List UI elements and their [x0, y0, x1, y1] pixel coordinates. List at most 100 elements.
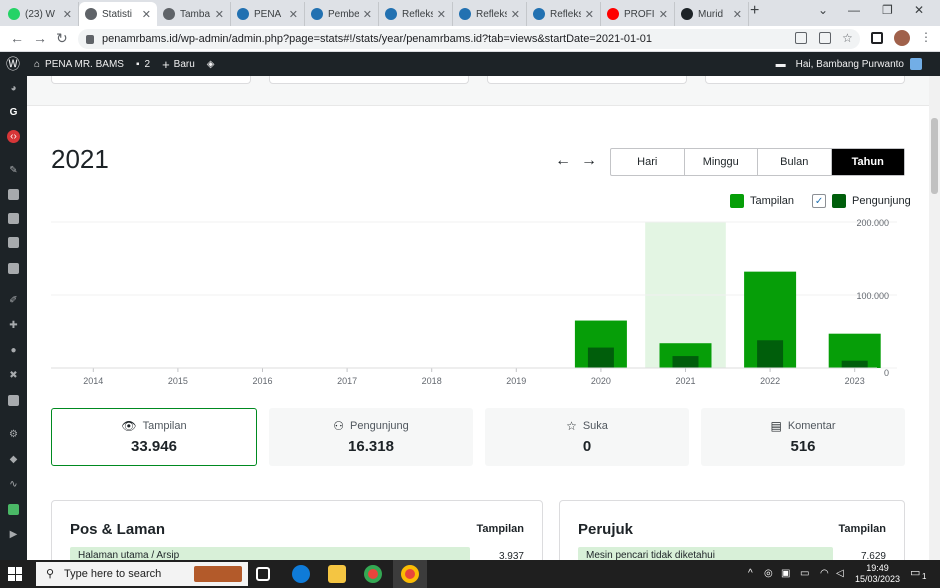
new-tab-button[interactable]: + [750, 2, 759, 20]
sidepanel-icon[interactable] [871, 32, 883, 44]
tray-camera-icon[interactable]: ◎ [764, 568, 773, 579]
tab-close-icon[interactable]: ✕ [585, 8, 594, 21]
edge-icon[interactable] [292, 565, 310, 583]
insights-chart-icon[interactable]: ∿ [7, 478, 20, 491]
back-icon[interactable]: ← [10, 30, 24, 46]
visitors-bar [672, 356, 699, 368]
list-item[interactable]: Halaman utama / Arsip [70, 547, 470, 560]
feedback-icon[interactable] [7, 262, 20, 275]
users-icon[interactable]: ● [7, 344, 20, 357]
maximize-button[interactable]: ❐ [882, 3, 893, 17]
bookmark-star-icon[interactable]: ☆ [842, 31, 853, 45]
windows-start-icon[interactable] [8, 567, 22, 581]
share-icon[interactable] [819, 32, 831, 44]
new-content-link[interactable]: + Baru [162, 57, 195, 72]
plugins-icon[interactable]: ✚ [7, 319, 20, 332]
browser-tab[interactable]: (23) W ✕ [2, 2, 79, 26]
notification-center-icon[interactable]: ▭ [910, 566, 920, 579]
chrome-icon[interactable] [364, 565, 382, 583]
browser-tab[interactable]: Refleks ✕ [379, 2, 453, 26]
tab-label: Statisti [102, 8, 133, 20]
pages-icon[interactable] [7, 212, 20, 225]
scrollbar-thumb[interactable] [931, 118, 938, 194]
comments-icon[interactable] [7, 236, 20, 249]
tab-close-icon[interactable]: ✕ [511, 8, 520, 21]
tab-close-icon[interactable]: ✕ [289, 8, 298, 21]
tray-wifi-icon[interactable]: ◠ [820, 568, 829, 579]
plugin-alert-icon[interactable]: ‹› [7, 130, 20, 143]
list-item[interactable]: Mesin pencari tidak diketahui [578, 547, 833, 560]
card-label: Suka [582, 420, 608, 432]
browser-tab[interactable]: Refleks ✕ [527, 2, 601, 26]
tab-favicon-icon [311, 8, 323, 20]
tab-close-icon[interactable]: ✕ [659, 8, 668, 21]
file-explorer-icon[interactable] [328, 565, 346, 583]
x-tick-label: 2023 [845, 376, 865, 386]
period-month-button[interactable]: Bulan [758, 149, 832, 175]
collapse-play-icon[interactable]: ▶ [7, 528, 20, 541]
site-name-link[interactable]: ⌂ PENA MR. BAMS [34, 59, 124, 70]
task-view-icon[interactable] [256, 567, 270, 581]
tab-close-icon[interactable]: ✕ [733, 8, 742, 21]
taskbar-clock[interactable]: 19:49 15/03/2023 [855, 563, 900, 585]
views-swatch [730, 194, 744, 208]
settings-gear-icon[interactable]: ⚙ [7, 428, 20, 441]
jetpack-icon[interactable]: ◆ [7, 453, 20, 466]
block-editor-icon[interactable] [7, 394, 20, 407]
tab-close-icon[interactable]: ✕ [437, 8, 446, 21]
browser-tab[interactable]: PROFI ✕ [601, 2, 675, 26]
browser-tab[interactable]: Refleks ✕ [453, 2, 527, 26]
period-day-button[interactable]: Hari [611, 149, 685, 175]
y-tick-label: 100.000 [856, 291, 889, 301]
appearance-brush-icon[interactable]: ✐ [7, 294, 20, 307]
dashboard-icon[interactable]: ◕ [7, 82, 20, 95]
tab-close-icon[interactable]: ✕ [142, 8, 151, 21]
browser-tab[interactable]: Murid ✕ [675, 2, 749, 26]
period-week-button[interactable]: Minggu [685, 149, 758, 175]
tray-security-icon[interactable]: ▣ [781, 568, 790, 579]
tools-wrench-icon[interactable]: ✖ [7, 369, 20, 382]
tray-chevron-icon[interactable]: ^ [748, 568, 753, 579]
notification-icon[interactable]: ▬ [776, 59, 786, 70]
browser-tab[interactable]: Tamba ✕ [157, 2, 231, 26]
next-period-arrow-icon[interactable]: → [581, 152, 597, 169]
tab-search-icon[interactable]: ⌄ [818, 3, 828, 17]
taskbar-search-input[interactable]: ⚲ Type here to search [36, 562, 248, 586]
tab-close-icon[interactable]: ✕ [215, 8, 224, 21]
comments-card[interactable]: ▤ Komentar 516 [701, 408, 905, 466]
google-icon[interactable]: G [7, 106, 20, 119]
prev-period-arrow-icon[interactable]: ← [555, 152, 571, 169]
translate-icon[interactable] [795, 32, 807, 44]
tab-close-icon[interactable]: ✕ [363, 8, 372, 21]
tab-close-icon[interactable]: ✕ [63, 8, 72, 21]
period-year-button[interactable]: Tahun [831, 149, 904, 175]
browser-tab[interactable]: Statisti ✕ [79, 2, 157, 26]
likes-card[interactable]: ☆ Suka 0 [485, 408, 689, 466]
forward-icon[interactable]: → [33, 30, 47, 46]
views-card[interactable]: 👁 Tampilan 33.946 [51, 408, 257, 466]
tray-volume-icon[interactable]: ◁ [836, 568, 844, 579]
chrome-profile-icon[interactable] [401, 565, 419, 583]
minimize-button[interactable]: — [848, 3, 860, 17]
url-bar[interactable]: penamrbams.id/wp-admin/admin.php?page=st… [78, 29, 860, 49]
legend-views-label: Tampilan [750, 195, 795, 207]
chart-legend: Tampilan ✓ Pengunjung [730, 194, 911, 208]
visitors-checkbox[interactable]: ✓ [812, 194, 827, 208]
close-window-button[interactable]: ✕ [914, 3, 924, 17]
wordpress-logo-icon[interactable]: Ⓦ [6, 54, 20, 74]
pin-posts-icon[interactable]: ✎ [7, 164, 20, 177]
visitors-card[interactable]: ⚇ Pengunjung 16.318 [269, 408, 473, 466]
referrers-panel: Perujuk Tampilan Mesin pencari tidak dik… [559, 500, 905, 560]
jetpack-diamond-icon[interactable]: ◈ [207, 59, 215, 70]
comments-link[interactable]: ▪ 2 [136, 59, 150, 70]
menu-kebab-icon[interactable]: ⋮ [920, 30, 932, 44]
browser-tab[interactable]: PENA ✕ [231, 2, 305, 26]
browser-tab[interactable]: Pembe ✕ [305, 2, 379, 26]
account-menu[interactable]: ▬ Hai, Bambang Purwanto [776, 58, 922, 70]
reload-icon[interactable]: ↻ [56, 30, 68, 47]
profile-avatar[interactable] [894, 30, 910, 46]
tray-battery-icon[interactable]: ▭ [800, 568, 809, 579]
tab-label: Refleks [402, 8, 433, 20]
media-icon[interactable] [7, 188, 20, 201]
color-grid-icon[interactable] [7, 503, 20, 516]
